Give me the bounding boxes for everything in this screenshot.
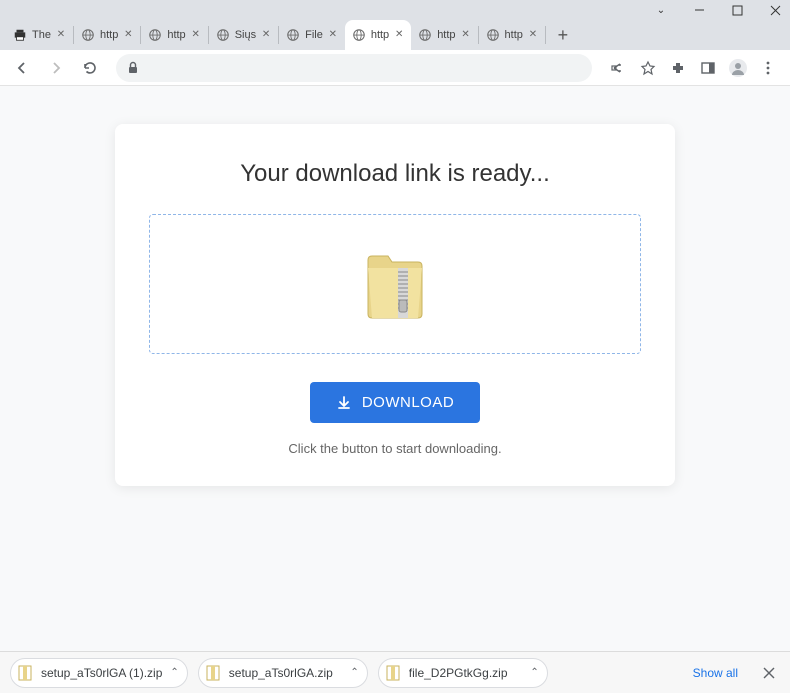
file-icon [385, 665, 401, 681]
download-card: Your download link is ready... [115, 124, 675, 486]
profile-icon[interactable] [724, 54, 752, 82]
share-icon[interactable] [604, 54, 632, 82]
bookmark-icon[interactable] [634, 54, 662, 82]
download-item[interactable]: setup_aTs0rlGA (1).zip ⌃ [10, 658, 188, 688]
forward-button[interactable] [42, 54, 70, 82]
menu-icon[interactable] [754, 54, 782, 82]
hint-text: Click the button to start downloading. [149, 441, 641, 456]
tab-3[interactable]: Siųs ✕ [209, 20, 278, 50]
download-filename: file_D2PGtkGg.zip [409, 666, 523, 680]
tab-label: The [32, 29, 51, 41]
maximize-button[interactable] [730, 3, 744, 17]
page-content: Your download link is ready... [0, 86, 790, 651]
tab-label: http [371, 29, 389, 41]
chevron-up-icon[interactable]: ⌃ [170, 667, 178, 678]
globe-icon [81, 28, 95, 42]
tab-label: http [505, 29, 523, 41]
close-icon[interactable]: ✕ [56, 30, 66, 40]
close-downloads-bar[interactable] [758, 662, 780, 684]
tab-5-active[interactable]: http ✕ [345, 20, 411, 50]
globe-icon [486, 28, 500, 42]
address-bar[interactable] [116, 54, 592, 82]
minimize-button[interactable] [692, 3, 706, 17]
tab-2[interactable]: http ✕ [141, 20, 207, 50]
downloads-bar: setup_aTs0rlGA (1).zip ⌃ setup_aTs0rlGA.… [0, 651, 790, 693]
tab-0[interactable]: The ✕ [6, 20, 73, 50]
window-controls: ⌄ [0, 0, 790, 16]
tab-label: Siųs [235, 29, 256, 41]
file-icon [205, 665, 221, 681]
tab-4[interactable]: File ✕ [279, 20, 345, 50]
file-preview-zone [149, 214, 641, 354]
tab-7[interactable]: http ✕ [479, 20, 545, 50]
tab-6[interactable]: http ✕ [411, 20, 477, 50]
page-title: Your download link is ready... [149, 160, 641, 188]
side-panel-icon[interactable] [694, 54, 722, 82]
tab-1[interactable]: http ✕ [74, 20, 140, 50]
tab-label: File [305, 29, 323, 41]
printer-icon [13, 28, 27, 42]
tab-strip: The ✕ http ✕ http ✕ Siųs ✕ File ✕ http ✕… [0, 16, 790, 50]
download-filename: setup_aTs0rlGA.zip [229, 666, 343, 680]
globe-icon [286, 28, 300, 42]
globe-icon [352, 28, 366, 42]
close-icon[interactable]: ✕ [261, 30, 271, 40]
download-item[interactable]: setup_aTs0rlGA.zip ⌃ [198, 658, 368, 688]
show-all-downloads[interactable]: Show all [683, 662, 748, 684]
globe-icon [148, 28, 162, 42]
tab-label: http [100, 29, 118, 41]
file-icon [17, 665, 33, 681]
new-tab-button[interactable]: + [550, 22, 576, 48]
close-icon[interactable]: ✕ [191, 30, 201, 40]
chevron-up-icon[interactable]: ⌃ [530, 667, 538, 678]
download-button-label: DOWNLOAD [362, 394, 454, 411]
close-window-button[interactable] [768, 3, 782, 17]
close-icon[interactable]: ✕ [461, 30, 471, 40]
download-icon [336, 395, 352, 411]
reload-button[interactable] [76, 54, 104, 82]
close-icon[interactable]: ✕ [328, 30, 338, 40]
close-icon[interactable]: ✕ [394, 30, 404, 40]
zip-folder-icon [364, 246, 426, 322]
chevron-up-icon[interactable]: ⌃ [350, 667, 358, 678]
download-filename: setup_aTs0rlGA (1).zip [41, 666, 162, 680]
globe-icon [216, 28, 230, 42]
lock-icon [126, 61, 140, 75]
chevron-down-icon[interactable]: ⌄ [654, 3, 668, 17]
download-button[interactable]: DOWNLOAD [310, 382, 480, 423]
browser-toolbar [0, 50, 790, 86]
extensions-icon[interactable] [664, 54, 692, 82]
back-button[interactable] [8, 54, 36, 82]
close-icon[interactable]: ✕ [123, 30, 133, 40]
tab-label: http [167, 29, 185, 41]
globe-icon [418, 28, 432, 42]
download-item[interactable]: file_D2PGtkGg.zip ⌃ [378, 658, 548, 688]
close-icon[interactable]: ✕ [528, 30, 538, 40]
tab-label: http [437, 29, 455, 41]
